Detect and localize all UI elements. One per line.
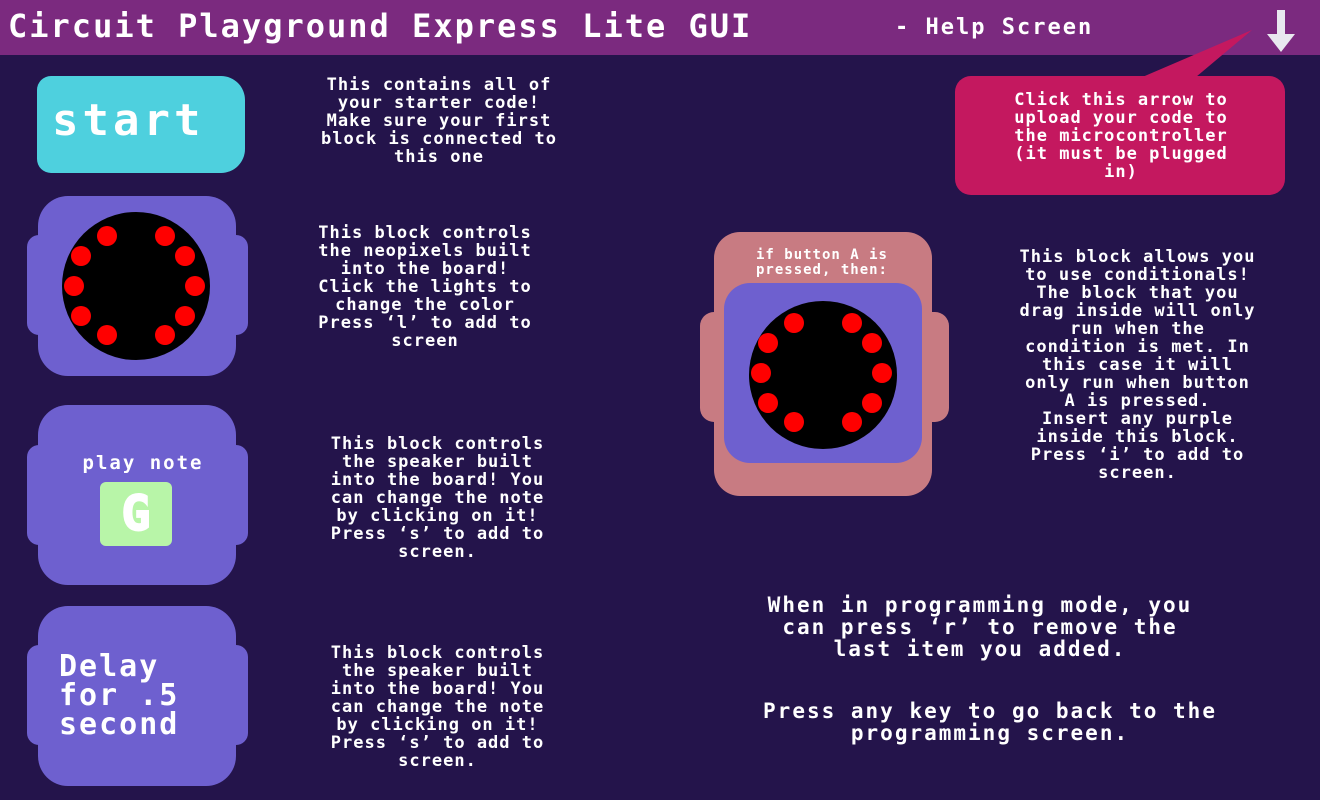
down-arrow-icon[interactable]: [1264, 8, 1298, 54]
programming-mode-note: When in programming mode, you can press …: [767, 593, 1193, 661]
neopixel-board: [62, 212, 210, 360]
neopixel-led: [862, 333, 882, 353]
neopixel-led: [97, 325, 117, 345]
neopixel-led: [97, 226, 117, 246]
neopixel-led: [71, 246, 91, 266]
neopixel-led: [862, 393, 882, 413]
neopixel-led: [784, 313, 804, 333]
help-screen-label: - Help Screen: [895, 15, 1094, 40]
neopixel-led: [758, 333, 778, 353]
delay-block-description: This block controls the speaker built in…: [330, 643, 545, 771]
neopixel-led: [71, 306, 91, 326]
neopixel-led: [185, 276, 205, 296]
note-value: G: [121, 485, 152, 543]
play-note-label: play note: [82, 452, 204, 474]
start-block-label: start: [52, 95, 205, 146]
neopixel-led: [155, 226, 175, 246]
note-selector[interactable]: G: [100, 482, 172, 546]
neopixel-led: [175, 306, 195, 326]
conditional-block-description: This block allows you to use conditional…: [1019, 247, 1256, 483]
neopixel-led: [175, 246, 195, 266]
app-title: Circuit Playground Express Lite GUI: [8, 7, 753, 45]
neopixel-led: [155, 325, 175, 345]
play-note-block-description: This block controls the speaker built in…: [330, 434, 545, 562]
neopixel-led: [64, 276, 84, 296]
neopixel-board: [749, 301, 897, 449]
neopixel-led: [842, 412, 862, 432]
neopixel-led: [758, 393, 778, 413]
neopixel-led: [842, 313, 862, 333]
neopixel-block-description: This block controls the neopixels built …: [318, 223, 532, 351]
neopixel-led: [751, 363, 771, 383]
callout-pointer: [1140, 30, 1252, 82]
start-block-description: This contains all of your starter code! …: [321, 75, 557, 167]
go-back-note: Press any key to go back to the programm…: [763, 699, 1217, 745]
neopixel-led: [872, 363, 892, 383]
upload-callout-text: Click this arrow to upload your code to …: [1014, 90, 1228, 182]
neopixel-led: [784, 412, 804, 432]
conditional-block-label: if button A is pressed, then:: [755, 247, 888, 278]
delay-block-label: Delay for .5 second: [59, 649, 180, 742]
